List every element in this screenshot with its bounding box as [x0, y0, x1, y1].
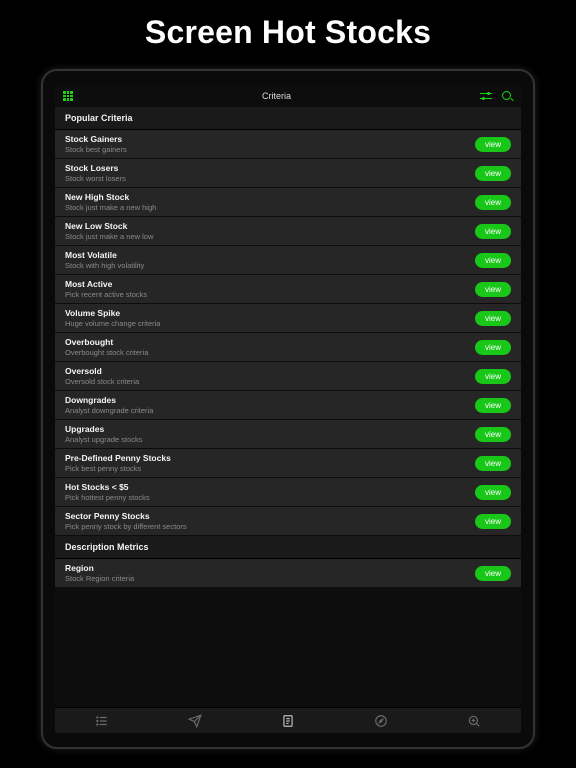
section-header: Description Metrics [55, 536, 521, 559]
view-button[interactable]: view [475, 485, 511, 500]
tab-compass-icon[interactable] [361, 713, 401, 729]
view-button[interactable]: view [475, 427, 511, 442]
list-item[interactable]: OverboughtOverbought stock criteria view [55, 333, 521, 362]
view-button[interactable]: view [475, 369, 511, 384]
item-description: Analyst downgrade criteria [65, 406, 153, 415]
list-item[interactable]: New Low StockStock just make a new low vi… [55, 217, 521, 246]
view-button[interactable]: view [475, 253, 511, 268]
topbar-title: Criteria [262, 91, 291, 101]
item-description: Huge volume change criteria [65, 319, 160, 328]
search-icon[interactable] [502, 91, 513, 102]
view-button[interactable]: view [475, 456, 511, 471]
item-description: Stock Region criteria [65, 574, 134, 583]
screen: Criteria Popular CriteriaStock GainersSt… [55, 85, 521, 733]
tab-send-icon[interactable] [175, 713, 215, 729]
device-frame: Criteria Popular CriteriaStock GainersSt… [41, 69, 535, 749]
item-description: Pick hottest penny stocks [65, 493, 150, 502]
item-title: Stock Losers [65, 163, 126, 173]
item-title: Oversold [65, 366, 139, 376]
topbar: Criteria [55, 85, 521, 107]
section-header: Popular Criteria [55, 107, 521, 130]
tabbar [55, 707, 521, 733]
filter-icon[interactable] [480, 91, 492, 101]
item-title: Downgrades [65, 395, 153, 405]
page-headline: Screen Hot Stocks [145, 14, 431, 51]
item-title: New Low Stock [65, 221, 153, 231]
list-item[interactable]: Sector Penny StocksPick penny stock by d… [55, 507, 521, 536]
view-button[interactable]: view [475, 514, 511, 529]
view-button[interactable]: view [475, 195, 511, 210]
item-description: Stock with high volatility [65, 261, 144, 270]
view-button[interactable]: view [475, 311, 511, 326]
view-button[interactable]: view [475, 282, 511, 297]
item-description: Overbought stock criteria [65, 348, 148, 357]
item-title: Stock Gainers [65, 134, 127, 144]
list-item[interactable]: Pre-Defined Penny StocksPick best penny … [55, 449, 521, 478]
item-description: Stock best gainers [65, 145, 127, 154]
item-description: Stock just make a new high [65, 203, 156, 212]
item-description: Oversold stock criteria [65, 377, 139, 386]
tab-document-icon[interactable] [268, 713, 308, 729]
list-item[interactable]: Stock LosersStock worst losers view [55, 159, 521, 188]
item-description: Stock just make a new low [65, 232, 153, 241]
item-description: Pick penny stock by different sectors [65, 522, 187, 531]
item-title: Most Volatile [65, 250, 144, 260]
item-title: Hot Stocks < $5 [65, 482, 150, 492]
item-title: Most Active [65, 279, 147, 289]
item-title: New High Stock [65, 192, 156, 202]
list-item[interactable]: Hot Stocks < $5Pick hottest penny stocks… [55, 478, 521, 507]
tab-list-icon[interactable] [82, 713, 122, 729]
item-title: Sector Penny Stocks [65, 511, 187, 521]
item-title: Region [65, 563, 134, 573]
tab-zoom-icon[interactable] [454, 713, 494, 729]
list-item[interactable]: Most ActivePick recent active stocks view [55, 275, 521, 304]
view-button[interactable]: view [475, 340, 511, 355]
list-item[interactable]: Stock GainersStock best gainers view [55, 130, 521, 159]
item-title: Overbought [65, 337, 148, 347]
grid-icon[interactable] [63, 91, 73, 101]
list-item[interactable]: UpgradesAnalyst upgrade stocks view [55, 420, 521, 449]
view-button[interactable]: view [475, 566, 511, 581]
view-button[interactable]: view [475, 398, 511, 413]
item-description: Analyst upgrade stocks [65, 435, 143, 444]
list-item[interactable]: Most VolatileStock with high volatility v… [55, 246, 521, 275]
list-item[interactable]: RegionStock Region criteria view [55, 559, 521, 588]
item-title: Upgrades [65, 424, 143, 434]
view-button[interactable]: view [475, 137, 511, 152]
list-item[interactable]: DowngradesAnalyst downgrade criteria view [55, 391, 521, 420]
list-item[interactable]: OversoldOversold stock criteria view [55, 362, 521, 391]
item-description: Pick best penny stocks [65, 464, 171, 473]
item-title: Volume Spike [65, 308, 160, 318]
view-button[interactable]: view [475, 166, 511, 181]
view-button[interactable]: view [475, 224, 511, 239]
item-description: Pick recent active stocks [65, 290, 147, 299]
content-list[interactable]: Popular CriteriaStock GainersStock best … [55, 107, 521, 707]
list-item[interactable]: Volume SpikeHuge volume change criteria v… [55, 304, 521, 333]
list-item[interactable]: New High StockStock just make a new high… [55, 188, 521, 217]
item-title: Pre-Defined Penny Stocks [65, 453, 171, 463]
item-description: Stock worst losers [65, 174, 126, 183]
